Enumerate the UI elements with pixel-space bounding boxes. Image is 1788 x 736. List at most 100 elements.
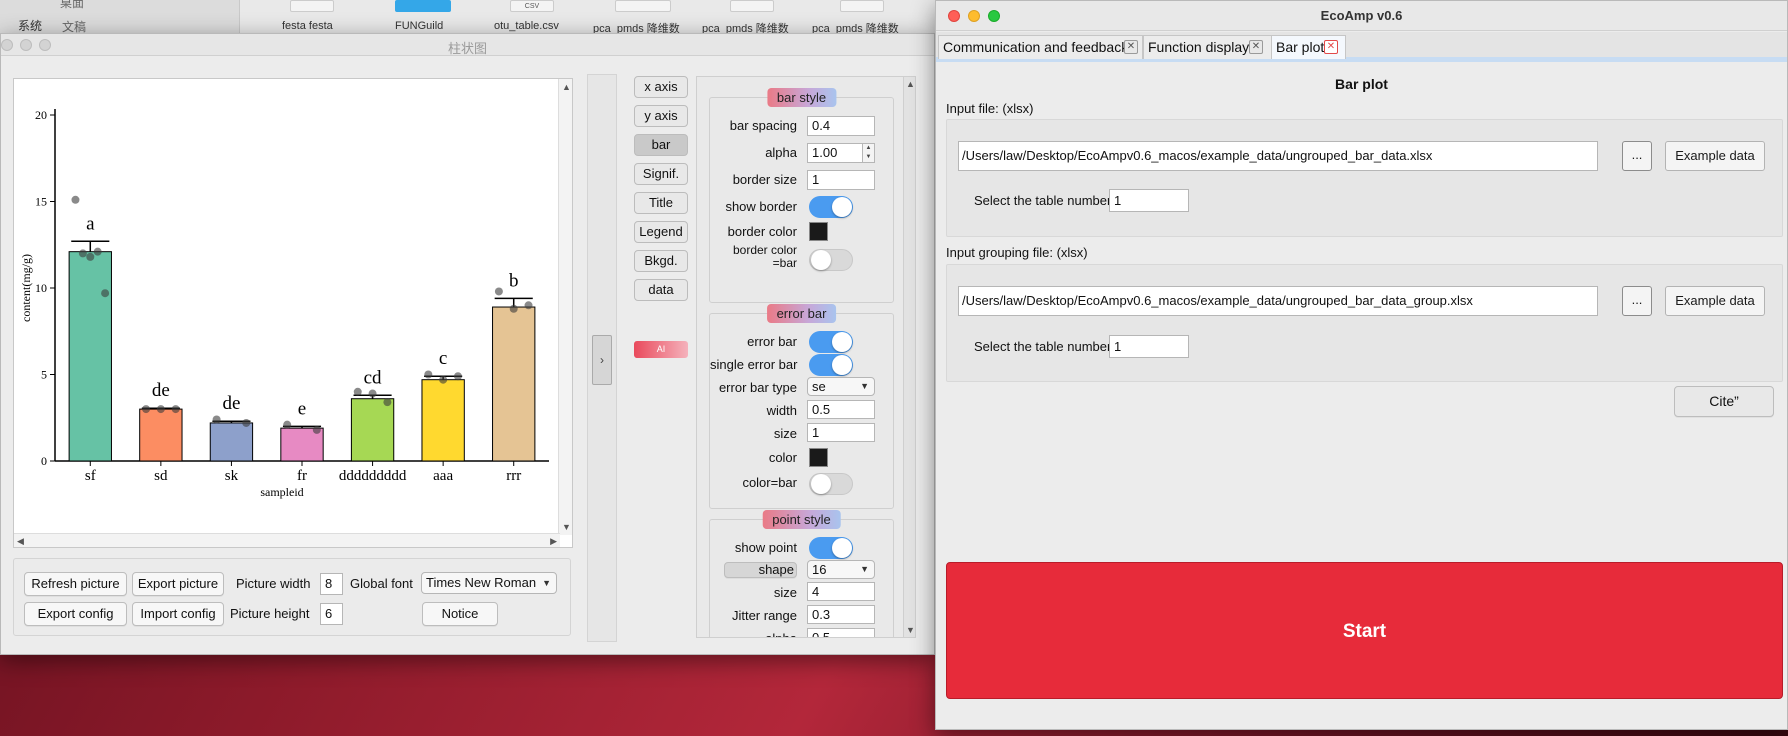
file-thumbnail[interactable] xyxy=(730,0,774,12)
bar-sk xyxy=(209,422,254,462)
toggle-knob xyxy=(832,355,852,375)
scroll-up-icon[interactable]: ▲ xyxy=(906,79,915,89)
y-axis-title: content(mg/g) xyxy=(19,254,33,322)
folder-icon[interactable] xyxy=(395,0,451,12)
color-bar-label: color=bar xyxy=(742,475,797,490)
width-label: width xyxy=(766,403,797,418)
bar-sd xyxy=(139,408,183,462)
data-point xyxy=(353,387,362,396)
show-point-toggle[interactable] xyxy=(809,537,853,559)
error-color-swatch[interactable] xyxy=(809,448,828,467)
example-data-button[interactable]: Example data xyxy=(1665,141,1765,171)
finder-sidebar-item[interactable]: 桌面 xyxy=(60,0,84,11)
file-thumbnail[interactable] xyxy=(290,0,334,12)
bar-spacing-input[interactable]: 0.4 xyxy=(807,116,875,136)
global-font-select[interactable]: Times New Roman ▼ xyxy=(421,572,557,594)
file-thumbnail[interactable] xyxy=(840,0,884,12)
scroll-right-icon[interactable]: ▶ xyxy=(550,536,557,546)
border-color-bar-label: border color =bar xyxy=(732,243,797,270)
file-label[interactable]: festa festa xyxy=(282,20,333,32)
horizontal-scrollbar[interactable]: ◀ ▶ xyxy=(14,533,560,547)
data-point xyxy=(212,415,221,424)
nav-background-button[interactable]: Bkgd. xyxy=(634,250,688,272)
point-alpha-input[interactable]: 0.5 xyxy=(807,628,875,637)
tab-close-icon[interactable]: ✕ xyxy=(1124,40,1138,54)
error-bar-type-select[interactable]: se ▼ xyxy=(807,377,875,396)
point-size-input[interactable]: 4 xyxy=(807,582,875,601)
nav-x-axis-button[interactable]: x axis xyxy=(634,76,688,98)
finder-sidebar-item[interactable]: 系统 xyxy=(18,17,42,34)
data-point xyxy=(156,405,165,414)
file-thumbnail[interactable] xyxy=(615,0,671,12)
ai-button[interactable]: AI xyxy=(634,341,688,358)
significance-label: cd xyxy=(364,367,382,388)
tab-bar: Communication and feedback ✕ Function di… xyxy=(936,32,1787,62)
file-label[interactable]: FUNGuild xyxy=(395,20,443,32)
alpha-input[interactable]: 1.00 xyxy=(807,143,863,163)
csv-file-icon[interactable]: CSV xyxy=(510,0,554,12)
group-table-number-input[interactable]: 1 xyxy=(1109,335,1189,358)
start-button[interactable]: Start xyxy=(946,562,1783,699)
tab-close-icon[interactable]: ✕ xyxy=(1324,40,1338,54)
border-size-input[interactable]: 1 xyxy=(807,170,875,190)
jitter-range-input[interactable]: 0.3 xyxy=(807,605,875,624)
y-tick-label: 15 xyxy=(35,195,47,209)
scroll-down-icon[interactable]: ▼ xyxy=(906,625,915,635)
example-grouping-data-button[interactable]: Example data xyxy=(1665,286,1765,316)
export-picture-button[interactable]: Export picture xyxy=(132,572,224,596)
nav-title-button[interactable]: Title xyxy=(634,192,688,214)
grouping-file-path[interactable]: /Users/law/Desktop/EcoAmpv0.6_macos/exam… xyxy=(958,286,1598,316)
picture-width-label: Picture width xyxy=(236,576,311,591)
input-file-box: /Users/law/Desktop/EcoAmpv0.6_macos/exam… xyxy=(946,119,1783,237)
data-point xyxy=(78,249,87,258)
single-error-bar-toggle[interactable] xyxy=(809,354,853,376)
x-tick-label: rrr xyxy=(506,468,521,484)
point-size-label: size xyxy=(773,585,797,600)
settings-scrollbar[interactable]: ▲ ▼ xyxy=(903,77,915,637)
refresh-picture-button[interactable]: Refresh picture xyxy=(24,572,127,596)
tab-close-icon[interactable]: ✕ xyxy=(1249,40,1263,54)
cite-button[interactable]: Cite” xyxy=(1674,386,1774,417)
border-color-swatch[interactable] xyxy=(809,222,828,241)
show-border-toggle[interactable] xyxy=(809,196,853,218)
data-point xyxy=(93,247,102,256)
picture-height-input[interactable]: 6 xyxy=(320,603,343,625)
notice-button[interactable]: Notice xyxy=(422,602,498,626)
browse-grouping-file-button[interactable]: ... xyxy=(1622,286,1652,316)
error-width-input[interactable]: 0.5 xyxy=(807,400,875,419)
picture-controls: Refresh picture Export picture Picture w… xyxy=(13,558,571,636)
scroll-down-icon[interactable]: ▼ xyxy=(562,522,571,532)
error-bar-toggle[interactable] xyxy=(809,331,853,353)
shape-select[interactable]: 16 ▼ xyxy=(807,560,875,579)
size-label: size xyxy=(773,426,797,441)
nav-bar-button[interactable]: bar xyxy=(634,134,688,156)
nav-signif-button[interactable]: Signif. xyxy=(634,163,688,185)
collapse-panel-icon[interactable]: › xyxy=(592,335,612,385)
color-bar-toggle[interactable] xyxy=(809,473,853,495)
toggle-knob xyxy=(811,474,831,494)
scroll-left-icon[interactable]: ◀ xyxy=(17,536,24,546)
nav-legend-button[interactable]: Legend xyxy=(634,221,688,243)
bar-style-group: bar style bar spacing 0.4 alpha 1.00 ▲ ▼ … xyxy=(709,88,894,303)
picture-width-input[interactable]: 8 xyxy=(320,573,343,595)
alpha-stepper[interactable]: ▲ ▼ xyxy=(862,143,875,163)
border-color-bar-toggle[interactable] xyxy=(809,249,853,271)
data-point xyxy=(171,405,180,414)
file-label[interactable]: otu_table.csv xyxy=(494,20,559,32)
error-size-input[interactable]: 1 xyxy=(807,423,875,442)
data-point xyxy=(71,195,80,204)
scroll-up-icon[interactable]: ▲ xyxy=(562,82,571,92)
browse-input-file-button[interactable]: ... xyxy=(1622,141,1652,171)
nav-data-button[interactable]: data xyxy=(634,279,688,301)
vertical-scrollbar[interactable]: ▲ ▼ xyxy=(558,79,572,535)
point-style-header: point style xyxy=(762,510,841,529)
error-bar-group: error bar error bar single error bar err… xyxy=(709,304,894,509)
import-config-button[interactable]: Import config xyxy=(132,602,224,626)
chevron-down-icon: ▼ xyxy=(542,578,551,588)
nav-y-axis-button[interactable]: y axis xyxy=(634,105,688,127)
table-number-input[interactable]: 1 xyxy=(1109,189,1189,212)
export-config-button[interactable]: Export config xyxy=(24,602,127,626)
shape-button[interactable]: shape xyxy=(724,562,797,578)
input-file-path[interactable]: /Users/law/Desktop/EcoAmpv0.6_macos/exam… xyxy=(958,141,1598,171)
tab-communication-feedback[interactable]: Communication and feedback xyxy=(938,35,1143,59)
